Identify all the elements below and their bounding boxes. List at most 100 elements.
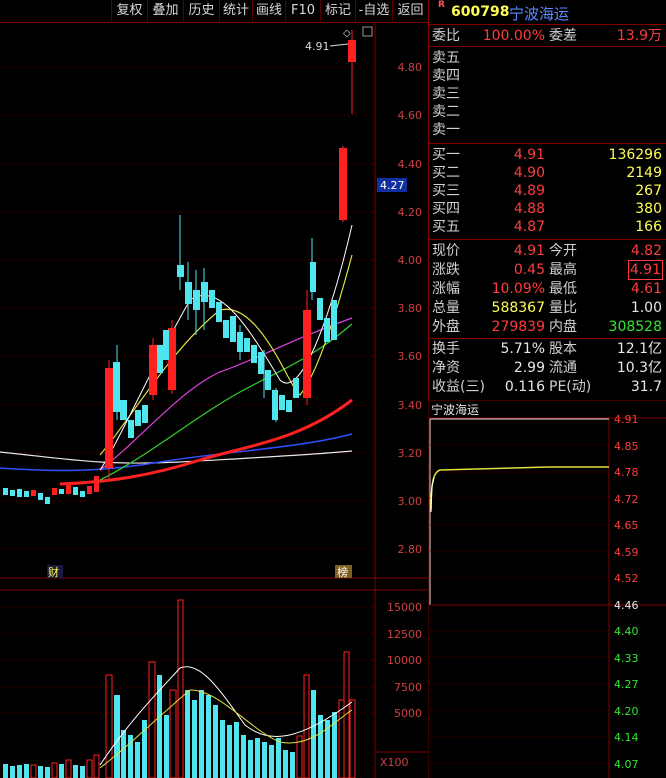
chart-toggle-icon[interactable] [362,26,373,37]
candles [3,30,356,504]
history-button[interactable]: 历史 [183,0,219,22]
weicha-label: 委差 [549,28,577,44]
volume-bars [3,599,356,778]
intraday-chart[interactable]: 宁波海运 4.91 4.85 4.78 4.72 4.65 4.59 4.52 [428,400,666,778]
intraday-tick: 4.14 [614,731,639,744]
fund-label: 股本 [549,341,577,357]
sell-label: 卖二 [432,104,460,120]
sell-row: 卖五 [429,49,666,67]
price-tick: 4.20 [398,206,423,219]
buy-label: 买二 [432,165,460,181]
stock-terminal: 复权 叠加 历史 统计 画线 F10 标记 -自选 返回 4.80 4.60 4… [0,0,666,778]
buy-row: 买四 4.88 380 [429,200,666,218]
self-select-button[interactable]: -自选 [355,0,392,22]
intraday-tick: 4.65 [614,519,639,532]
fund-value: 5.71% [500,341,545,357]
price-grid [0,66,375,714]
fund-row: 收益(三) 0.116 PE(动) 31.7 [429,378,666,396]
event-marker-bang[interactable]: 榜 [337,565,348,579]
sell-label: 卖一 [432,122,460,138]
buy-price: 4.87 [513,219,545,235]
buy-volume: 380 [635,201,662,217]
intraday-tick: 4.27 [614,678,639,691]
intraday-prev-close: 4.46 [614,599,639,612]
buy-row: 买三 4.89 267 [429,182,666,200]
buy-price: 4.88 [513,201,545,217]
stat-label: 量比 [549,300,577,316]
stock-name[interactable]: 宁波海运 [509,3,569,24]
intraday-tick: 4.33 [614,652,639,665]
stat-value: 1.00 [630,300,662,316]
volume-tick: 12500 [387,628,422,641]
volume-tick: 5000 [394,707,422,720]
buy-volume: 267 [635,183,662,199]
stat-value: 588367 [491,300,545,316]
buy-price: 4.91 [513,147,545,163]
draw-line-button[interactable]: 画线 [252,0,285,22]
buy-price: 4.89 [513,183,545,199]
sell-row: 卖三 [429,85,666,103]
sell-label: 卖三 [432,86,460,102]
back-button[interactable]: 返回 [392,0,428,22]
stat-value: 4.91 [627,260,664,280]
intraday-tick: 4.78 [614,466,639,479]
stat-value: 308528 [608,319,662,335]
kline-chart[interactable]: 4.80 4.60 4.40 4.20 4.00 3.80 3.60 3.40 … [0,22,428,778]
buy-volume: 166 [635,219,662,235]
fund-row: 换手 5.71% 股本 12.1亿 [429,340,666,358]
stat-value: 4.91 [513,243,545,259]
event-marker-cai[interactable]: 财 [48,565,59,579]
price-tick: 4.60 [398,109,423,122]
price-tick: 3.60 [398,350,423,363]
buy-row: 买五 4.87 166 [429,218,666,236]
weibi-row: 委比 100.00% 委差 13.9万 [429,27,666,45]
buy-volume: 136296 [608,147,662,163]
f10-button[interactable]: F10 [285,0,320,22]
price-tick: 4.00 [398,254,423,267]
fund-value: 12.1亿 [616,341,662,357]
stat-label: 内盘 [549,319,577,335]
price-tick: 3.20 [398,447,423,460]
intraday-tick: 4.85 [614,440,639,453]
stat-row: 总量 588367 量比 1.00 [429,299,666,317]
chart-toolbar: 复权 叠加 历史 统计 画线 F10 标记 -自选 返回 [0,0,428,23]
fund-label: 流通 [549,360,577,376]
stat-row: 外盘 279839 内盘 308528 [429,318,666,336]
price-tick: 2.80 [398,543,423,556]
buy-label: 买五 [432,219,460,235]
intraday-tick: 4.91 [614,413,639,426]
weibi-value: 100.00% [482,28,545,44]
buy-label: 买一 [432,147,460,163]
stat-value: 4.82 [630,243,662,259]
fund-row: 净资 2.99 流通 10.3亿 [429,359,666,377]
volume-tick: 10000 [387,654,422,667]
fund-value: 2.99 [513,360,545,376]
stat-label: 最低 [549,281,577,297]
stat-value: 4.61 [630,281,662,297]
sell-row: 卖四 [429,67,666,85]
buy-label: 买四 [432,201,460,217]
fund-label: PE(动) [549,379,592,395]
intraday-tick: 4.72 [614,493,639,506]
stat-label: 涨跌 [432,262,460,278]
fuquan-button[interactable]: 复权 [111,0,147,22]
stat-row: 涨跌 0.45 最高 4.91 [429,260,666,280]
mark-button[interactable]: 标记 [320,0,355,22]
buy-volume: 2149 [626,165,662,181]
stock-code[interactable]: 600798 [451,4,509,20]
intraday-title: 宁波海运 [431,402,479,417]
quote-header: R 600798 宁波海运 [429,0,666,25]
stat-value: 10.09% [491,281,545,297]
price-tick: 3.80 [398,302,423,315]
statistics-button[interactable]: 统计 [219,0,252,22]
overlay-button[interactable]: 叠加 [147,0,183,22]
sell-row: 卖二 [429,103,666,121]
weicha-value: 13.9万 [616,28,662,44]
fund-value: 31.7 [630,379,662,395]
stat-label: 最高 [549,262,577,278]
fund-label: 净资 [432,360,460,376]
stat-value: 279839 [491,319,545,335]
intraday-tick: 4.20 [614,705,639,718]
current-price-tag: 4.27 [380,179,405,192]
buy-label: 买三 [432,183,460,199]
